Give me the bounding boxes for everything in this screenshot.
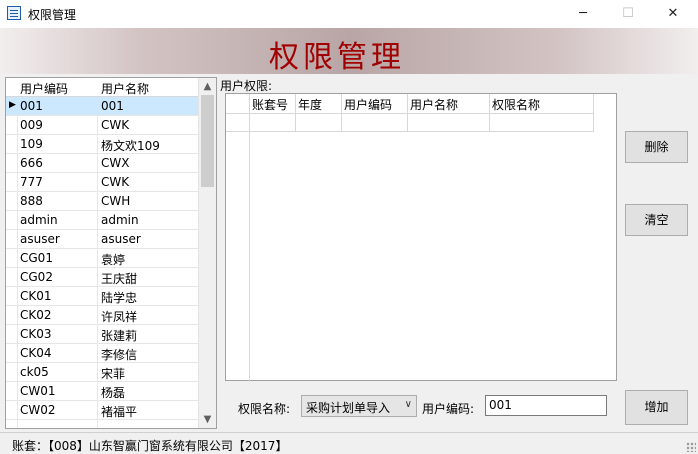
user-name-cell[interactable]: 许凤祥 [101,308,137,325]
user-permissions-label: 用户权限: [220,79,273,93]
user-name-cell[interactable]: CWK [101,175,129,189]
user-code-cell[interactable]: 109 [20,137,43,151]
permission-name-value: 采购计划单导入 [306,401,391,415]
column-header-user-name[interactable]: 用户名称 [101,80,149,97]
users-grid[interactable]: 用户编码 用户名称 ▶ 001 001 009 CWK 109 杨文欢109 666 CWX 77… [5,77,217,429]
user-name-cell[interactable]: CWH [101,194,130,208]
title-bar: 权限管理 ─ ☐ ✕ [0,0,698,28]
user-code-label: 用户编码: [422,402,475,416]
add-button[interactable]: 增加 [625,390,688,425]
grid-cell[interactable] [342,114,408,132]
grid-cell[interactable] [296,114,342,132]
user-code-cell[interactable]: CK03 [20,327,52,341]
maximize-button[interactable]: ☐ [605,0,651,28]
user-name-cell[interactable]: 王庆甜 [101,270,137,287]
user-code-input[interactable]: 001 [485,395,607,416]
table-row[interactable]: CK02 许凤祥 [6,306,198,325]
user-name-cell[interactable]: 陆学忠 [101,289,137,306]
user-code-cell[interactable]: CW01 [20,384,56,398]
column-header-user-code[interactable]: 用户编码 [20,80,68,97]
delete-button[interactable]: 删除 [625,131,688,163]
user-code-cell[interactable]: 009 [20,118,43,132]
grid-cell[interactable] [250,114,296,132]
user-name-cell[interactable]: 杨文欢109 [101,137,160,154]
app-icon [7,6,21,20]
table-row[interactable]: ck05 宋菲 [6,363,198,382]
user-name-cell[interactable]: 宋菲 [101,365,125,382]
permissions-grid-header: 账套号 年度 用户编码 用户名称 权限名称 [226,94,618,114]
column-header-year[interactable]: 年度 [296,94,342,114]
user-code-cell[interactable]: 888 [20,194,43,208]
row-pointer-icon: ▶ [9,100,16,110]
table-row[interactable]: CK04 李修信 [6,344,198,363]
table-row[interactable]: admin admin [6,211,198,230]
column-header-user-code[interactable]: 用户编码 [342,94,408,114]
user-code-cell[interactable]: ck05 [20,365,49,379]
status-bar: 账套：【008】山东智赢门窗系统有限公司【2017】 [0,432,698,454]
user-code-cell[interactable]: CG02 [20,270,53,284]
table-row[interactable]: CK01 陆学忠 [6,287,198,306]
user-name-cell[interactable]: admin [101,213,139,227]
table-row[interactable]: ▶ 001 001 [6,97,198,116]
user-name-cell[interactable]: 张建莉 [101,327,137,344]
user-name-cell[interactable]: 001 [101,99,124,113]
users-grid-header: 用户编码 用户名称 [6,78,198,97]
user-code-cell[interactable]: 666 [20,156,43,170]
clear-button[interactable]: 清空 [625,204,688,236]
user-code-cell[interactable]: CK02 [20,308,52,322]
table-row[interactable]: 666 CWX [6,154,198,173]
minimize-button[interactable]: ─ [560,0,606,28]
column-header-user-name[interactable]: 用户名称 [408,94,490,114]
user-code-cell[interactable]: CK04 [20,346,52,360]
user-code-cell[interactable]: 777 [20,175,43,189]
table-row[interactable]: CW02 褚福平 [6,401,198,420]
table-row[interactable]: 009 CWK [6,116,198,135]
table-row[interactable]: CG01 袁婷 [6,249,198,268]
user-code-cell[interactable]: admin [20,213,58,227]
chevron-down-icon[interactable]: ∨ [405,399,412,410]
status-text: 账套：【008】山东智赢门窗系统有限公司【2017】 [12,439,288,453]
user-code-cell[interactable]: CG01 [20,251,53,265]
user-name-cell[interactable]: 杨磊 [101,384,125,401]
close-button[interactable]: ✕ [650,0,696,28]
user-name-cell[interactable]: 褚福平 [101,403,137,420]
user-name-cell[interactable]: CWX [101,156,129,170]
user-name-cell[interactable]: 李修信 [101,346,137,363]
row-header-cell [226,114,250,132]
table-row[interactable]: 109 杨文欢109 [6,135,198,154]
table-row[interactable]: asuser asuser [6,230,198,249]
scroll-down-icon[interactable]: ▼ [199,411,216,428]
corner-cell [226,94,250,114]
client-area: 权限管理 用户编码 用户名称 ▶ 001 001 009 CWK 109 杨文欢109 666… [0,28,698,454]
user-name-cell[interactable]: asuser [101,232,141,246]
permission-name-select[interactable]: 采购计划单导入 ∨ [301,395,417,417]
table-row[interactable]: CK03 张建莉 [6,325,198,344]
new-row[interactable] [226,114,618,132]
permissions-grid[interactable]: 账套号 年度 用户编码 用户名称 权限名称 [225,93,618,382]
users-grid-scrollbar[interactable]: ▲ ▼ [198,78,216,428]
table-row[interactable]: CW01 杨磊 [6,382,198,401]
column-header-account-no[interactable]: 账套号 [250,94,296,114]
banner: 权限管理 [0,28,698,75]
column-header-permission-name[interactable]: 权限名称 [490,94,594,114]
user-code-cell[interactable]: 001 [20,99,43,113]
user-name-cell[interactable]: 袁婷 [101,251,125,268]
table-row[interactable]: 777 CWK [6,173,198,192]
table-row[interactable]: CG02 王庆甜 [6,268,198,287]
row-header-column [226,94,250,382]
user-code-cell[interactable]: CW02 [20,403,56,417]
scroll-thumb[interactable] [201,95,214,187]
permission-name-label: 权限名称: [238,402,291,416]
users-grid-rows: ▶ 001 001 009 CWK 109 杨文欢109 666 CWX 777 CWK 888 CWH… [6,97,198,420]
resize-grip-icon[interactable] [686,442,696,452]
user-name-cell[interactable]: CWK [101,118,129,132]
window-title: 权限管理 [28,8,77,22]
user-code-cell[interactable]: CK01 [20,289,52,303]
user-code-cell[interactable]: asuser [20,232,60,246]
grid-cell[interactable] [490,114,594,132]
grid-cell[interactable] [408,114,490,132]
banner-title: 权限管理 [269,40,405,75]
scroll-up-icon[interactable]: ▲ [199,78,216,95]
table-row[interactable]: 888 CWH [6,192,198,211]
